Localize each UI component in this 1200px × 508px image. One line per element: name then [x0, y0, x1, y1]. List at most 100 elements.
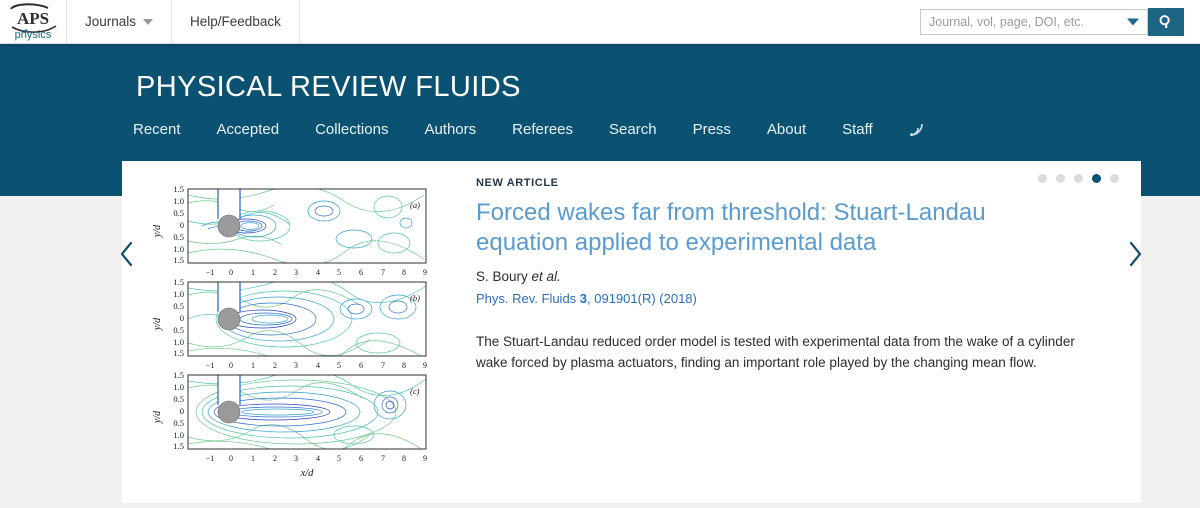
svg-text:−1: −1	[206, 361, 215, 370]
svg-text:9: 9	[423, 361, 427, 370]
carousel-dot-2[interactable]	[1056, 174, 1065, 183]
journal-nav-item-staff[interactable]: Staff	[842, 121, 873, 138]
journal-nav-item-press[interactable]: Press	[693, 121, 731, 138]
svg-text:0: 0	[180, 220, 184, 230]
svg-text:6: 6	[359, 361, 363, 370]
panel-label-a: (a)	[410, 200, 420, 210]
svg-text:8: 8	[402, 454, 406, 463]
svg-text:5: 5	[337, 268, 341, 277]
article-teaser: The Stuart-Landau reduced order model is…	[476, 334, 1075, 371]
journal-nav: Recent Accepted Collections Authors Refe…	[133, 121, 924, 138]
svg-text:4: 4	[316, 268, 320, 277]
featured-article-card: (a) 1.5 1.0 0.5 0 0.5 1.0 1.5 y/d −1 0 1	[122, 161, 1141, 503]
carousel-prev-button[interactable]	[114, 234, 140, 274]
svg-text:3: 3	[294, 454, 298, 463]
top-nav-label-journals: Journals	[85, 14, 137, 29]
svg-text:−1: −1	[206, 454, 215, 463]
carousel-dot-1[interactable]	[1038, 174, 1047, 183]
top-nav-item-help-feedback[interactable]: Help/Feedback	[172, 0, 300, 43]
search-icon	[1159, 14, 1170, 28]
svg-text:1.0: 1.0	[173, 196, 184, 206]
svg-text:1: 1	[251, 268, 255, 277]
svg-text:3: 3	[294, 268, 298, 277]
svg-text:0.5: 0.5	[173, 418, 184, 428]
journal-nav-item-referees[interactable]: Referees	[512, 121, 573, 138]
svg-text:4: 4	[316, 454, 320, 463]
chevron-left-icon	[120, 241, 133, 267]
carousel-dot-4[interactable]	[1092, 174, 1101, 183]
article-figure: (a) 1.5 1.0 0.5 0 0.5 1.0 1.5 y/d −1 0 1	[122, 161, 452, 503]
article-citation-link[interactable]: Phys. Rev. Fluids 3, 091901(R) (2018)	[476, 291, 1081, 306]
aps-physics-logo[interactable]: APS physics	[0, 0, 66, 44]
search-button[interactable]	[1148, 7, 1184, 36]
cylinder-marker	[217, 400, 241, 424]
y-axis-label-b: y/d	[152, 317, 163, 331]
svg-text:5: 5	[337, 454, 341, 463]
author-etal: et al.	[531, 269, 561, 285]
chevron-down-icon	[143, 18, 154, 25]
article-details: NEW ARTICLE Forced wakes far from thresh…	[452, 161, 1141, 503]
journal-nav-item-recent[interactable]: Recent	[133, 121, 181, 138]
chevron-right-icon	[1129, 241, 1142, 267]
rss-feed-icon[interactable]	[909, 122, 924, 137]
carousel-dot-3[interactable]	[1074, 174, 1083, 183]
y-axis-label-a: y/d	[152, 224, 163, 238]
y-axis-label-c: y/d	[152, 410, 163, 424]
journal-nav-item-authors[interactable]: Authors	[424, 121, 476, 138]
svg-text:2: 2	[273, 361, 277, 370]
svg-text:7: 7	[381, 361, 385, 370]
svg-text:0: 0	[229, 454, 233, 463]
svg-text:0.5: 0.5	[173, 325, 184, 335]
svg-text:0: 0	[229, 361, 233, 370]
svg-text:APS: APS	[17, 9, 49, 28]
svg-text:9: 9	[423, 454, 427, 463]
journal-nav-item-about[interactable]: About	[767, 121, 806, 138]
journal-nav-item-search[interactable]: Search	[609, 121, 657, 138]
svg-text:0: 0	[229, 268, 233, 277]
svg-text:1: 1	[251, 361, 255, 370]
panel-label-c: (c)	[410, 386, 420, 396]
svg-text:1.5: 1.5	[173, 255, 184, 265]
svg-text:9: 9	[423, 268, 427, 277]
chevron-down-icon[interactable]	[1127, 18, 1139, 25]
svg-text:5: 5	[337, 361, 341, 370]
svg-text:1: 1	[251, 454, 255, 463]
journal-nav-item-accepted[interactable]: Accepted	[217, 121, 280, 138]
citation-journal: Phys. Rev. Fluids	[476, 291, 580, 307]
cylinder-marker	[217, 307, 241, 331]
svg-text:physics: physics	[15, 29, 52, 41]
svg-text:1.5: 1.5	[173, 348, 184, 358]
top-nav-label-help-feedback: Help/Feedback	[190, 14, 281, 29]
svg-text:6: 6	[359, 268, 363, 277]
page-title: PHYSICAL REVIEW FLUIDS	[136, 71, 521, 103]
svg-text:0.5: 0.5	[173, 301, 184, 311]
svg-text:1.5: 1.5	[173, 277, 184, 287]
carousel-next-button[interactable]	[1122, 234, 1148, 274]
svg-text:0: 0	[180, 313, 184, 323]
svg-text:0.5: 0.5	[173, 208, 184, 218]
svg-text:1.0: 1.0	[173, 382, 184, 392]
svg-text:8: 8	[402, 361, 406, 370]
svg-text:−1: −1	[206, 268, 215, 277]
top-nav-item-journals[interactable]: Journals	[67, 0, 173, 43]
cylinder-marker	[217, 214, 241, 238]
svg-text:2: 2	[273, 268, 277, 277]
svg-text:7: 7	[381, 454, 385, 463]
svg-text:1.0: 1.0	[173, 244, 184, 254]
search-area	[920, 0, 1200, 43]
new-article-kicker: NEW ARTICLE	[476, 177, 559, 189]
svg-text:6: 6	[359, 454, 363, 463]
search-input[interactable]	[921, 9, 1147, 34]
journal-nav-item-collections[interactable]: Collections	[315, 121, 388, 138]
svg-text:7: 7	[381, 268, 385, 277]
top-nav: Journals Help/Feedback	[66, 0, 300, 43]
svg-text:1.0: 1.0	[173, 337, 184, 347]
article-title-link[interactable]: Forced wakes far from threshold: Stuart-…	[476, 198, 1081, 258]
carousel-dot-5[interactable]	[1110, 174, 1119, 183]
top-utility-bar: APS physics Journals Help/Feedback	[0, 0, 1200, 44]
svg-text:3: 3	[294, 361, 298, 370]
citation-rest: , 091901(R) (2018)	[587, 291, 697, 307]
search-box[interactable]	[920, 8, 1148, 35]
article-authors: S. Boury et al.	[476, 269, 1081, 284]
aps-logo-mark: APS physics	[10, 3, 57, 41]
